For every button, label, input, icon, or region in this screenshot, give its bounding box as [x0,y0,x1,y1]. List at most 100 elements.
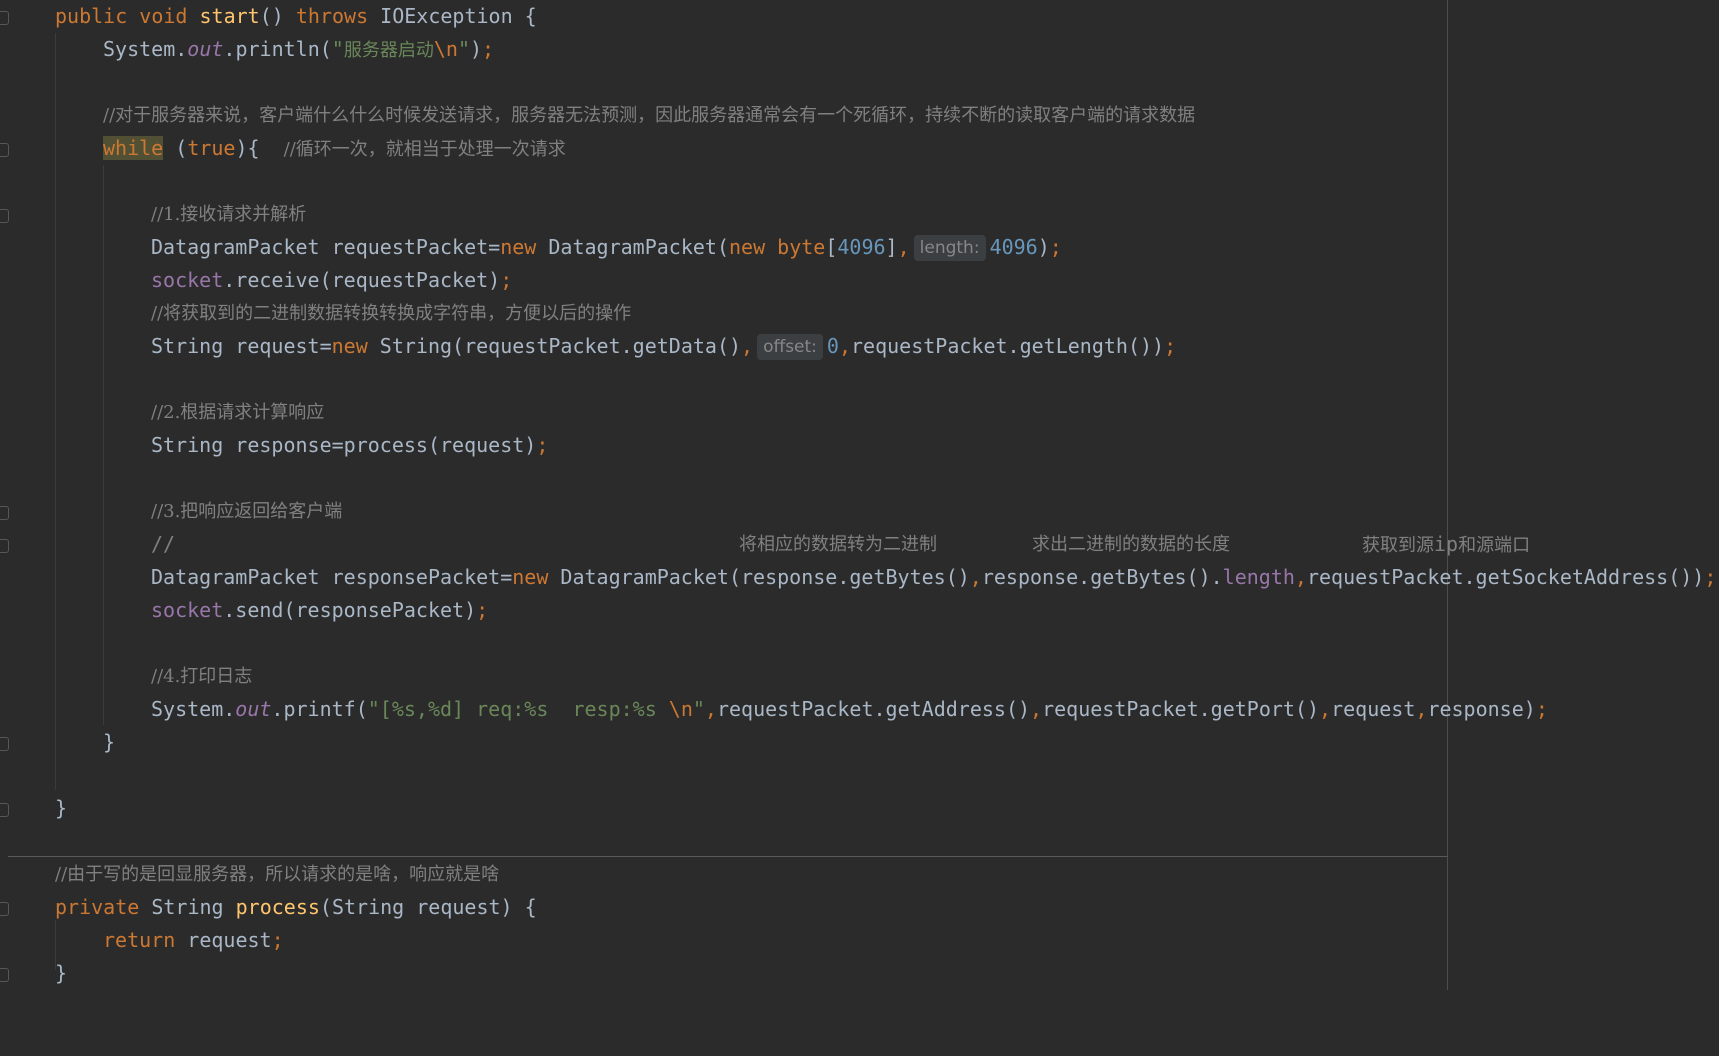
code-editor[interactable]: public void start() throws IOException {… [0,0,1719,990]
field-name: socket [151,268,224,292]
code-text: (String request) { [319,895,537,919]
code-text: IOException { [380,4,537,28]
code-text: DatagramPacket responsePacket= [151,565,513,589]
code-line[interactable]: socket.receive(requestPacket); [0,264,512,297]
parameter-hint: length: [913,235,986,261]
code-text: () [259,4,284,28]
code-line[interactable]: //1.接收请求并解析 [0,198,306,231]
indent-guide [55,33,56,790]
code-text: .receive(requestPacket) [223,268,501,292]
code-text: response) [1427,697,1536,721]
semicolon: ; [482,37,495,61]
static-field: out [235,697,272,721]
closing-brace: } [103,730,116,754]
comma: , [1319,697,1332,721]
code-text: ) [1037,235,1050,259]
code-text: System. [103,37,188,61]
method-separator [8,856,1448,857]
comma: , [1294,565,1307,589]
code-line[interactable]: public void start() throws IOException { [0,0,537,33]
number-literal: 0 [826,334,839,358]
string-literal: " [692,697,705,721]
code-text: DatagramPacket( [536,235,729,259]
comment: //2.根据请求计算响应 [151,402,325,423]
semicolon: ; [536,433,549,457]
comment: //3.把响应返回给客户端 [151,501,343,522]
keyword: void [139,4,188,28]
keyword: true [187,136,236,160]
keyword: new [331,334,368,358]
comma: , [897,235,910,259]
comment: //将获取到的二进制数据转换转换成字符串，方便以后的操作 [151,303,632,324]
method-name: process [235,895,320,919]
code-text: .send(responsePacket) [223,598,477,622]
comma: , [704,697,717,721]
comment: 求出二进制的数据的长度 [1032,534,1230,555]
semicolon: ; [1164,334,1177,358]
code-line[interactable]: return request; [0,924,284,957]
code-line[interactable]: String request=new String(requestPacket.… [0,330,1176,363]
code-line[interactable]: } [0,792,67,825]
comma: , [741,334,754,358]
code-line[interactable]: DatagramPacket requestPacket=new Datagra… [0,231,1062,264]
code-text: .printf( [271,697,368,721]
closing-brace: } [55,796,68,820]
parameter-hint: offset: [757,334,823,360]
code-text: String [139,895,236,919]
code-line[interactable]: System.out.println("服务器启动\n"); [0,33,494,66]
static-field: out [187,37,224,61]
string-literal: " [331,37,344,61]
number-literal: 4096 [989,235,1038,259]
method-name: start [199,4,260,28]
string-literal: " [457,37,470,61]
code-line[interactable]: } [0,726,115,759]
code-line[interactable]: //将获取到的二进制数据转换转换成字符串，方便以后的操作 [0,297,631,330]
code-line[interactable]: // 将相应的数据转为二进制 求出二进制的数据的长度 获取到源ip和源端口 [0,528,1530,561]
code-line[interactable]: private String process(String request) { [0,891,537,924]
keyword: return [103,928,176,952]
comment: // [151,532,176,556]
keyword: private [55,895,140,919]
code-line[interactable]: } [0,957,67,990]
code-text: ) [469,37,483,61]
code-text: ( [163,136,188,160]
escape-sequence: \n [433,37,458,61]
comma: , [1415,697,1428,721]
code-line[interactable]: //4.打印日志 [0,660,252,693]
code-line[interactable]: System.out.printf("[%s,%d] req:%s resp:%… [0,693,1548,726]
code-line[interactable]: //2.根据请求计算响应 [0,396,324,429]
code-text: requestPacket.getSocketAddress()) [1306,565,1705,589]
keyword: new [512,565,549,589]
code-text: requestPacket.getPort() [1042,697,1320,721]
code-text: .println( [223,37,332,61]
code-line[interactable]: //对于服务器来说，客户端什么什么时候发送请求，服务器无法预测，因此服务器通常会… [0,99,1195,132]
comment: //1.接收请求并解析 [151,204,307,225]
comma: , [969,565,982,589]
comma: , [1030,697,1043,721]
semicolon: ; [1535,697,1548,721]
code-line[interactable]: while (true){ //循环一次，就相当于处理一次请求 [0,132,566,165]
semicolon: ; [1704,565,1717,589]
code-text: request [1331,697,1416,721]
code-line[interactable]: socket.send(responsePacket); [0,594,488,627]
semicolon: ; [271,928,284,952]
semicolon: ; [1049,235,1062,259]
comment: 将相应的数据转为二进制 [739,534,937,555]
code-text: response.getBytes(). [981,565,1223,589]
comment: //循环一次，就相当于处理一次请求 [283,139,566,160]
code-text: String(requestPacket.getData() [367,334,742,358]
string-literal: "[%s,%d] req:%s resp:%s [367,697,669,721]
comma: , [838,334,851,358]
keyword-highlighted: while [103,136,164,160]
code-text: System. [151,697,236,721]
escape-sequence: \n [668,697,693,721]
code-line[interactable]: //3.把响应返回给客户端 [0,495,342,528]
field-name: socket [151,598,224,622]
code-text: requestPacket.getLength()) [851,334,1165,358]
code-text: request [175,928,272,952]
code-line[interactable]: DatagramPacket responsePacket=new Datagr… [0,561,1716,594]
code-line[interactable]: //由于写的是回显服务器，所以请求的是啥，响应就是啥 [0,858,499,891]
code-line[interactable]: String response=process(request); [0,429,548,462]
keyword: new [500,235,537,259]
keyword: public [55,4,128,28]
